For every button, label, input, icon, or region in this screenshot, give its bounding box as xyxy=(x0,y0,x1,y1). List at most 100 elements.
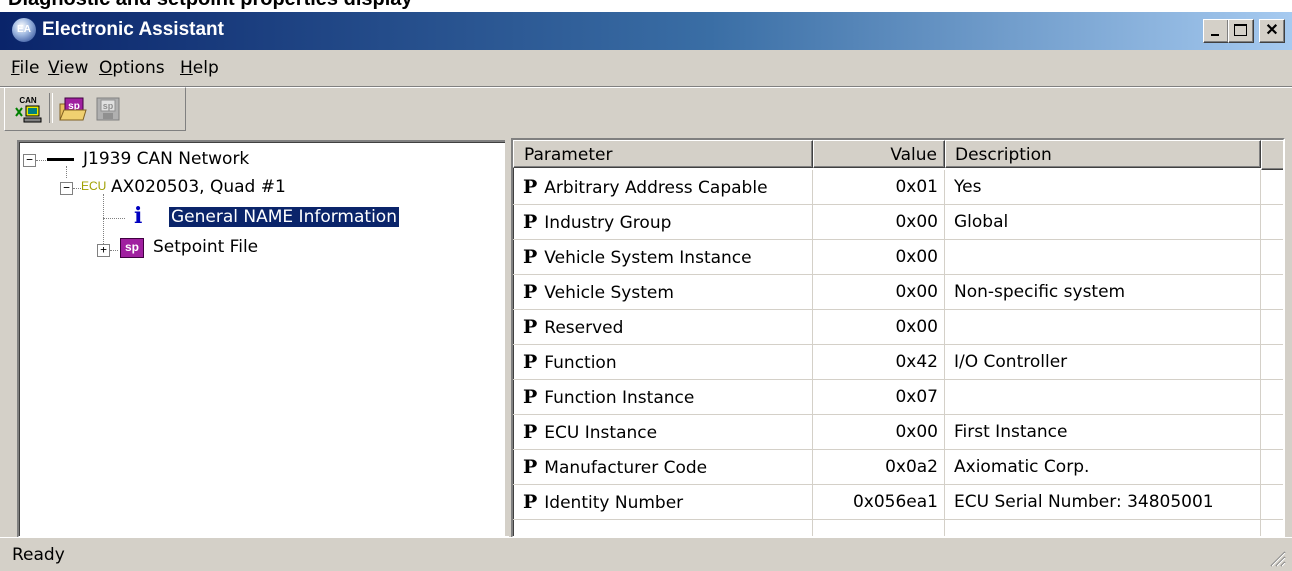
open-setpoint-file-icon: sp xyxy=(59,97,87,121)
parameter-description xyxy=(954,380,1264,414)
table-row[interactable]: P Identity Number 0x056ea1 ECU Serial Num… xyxy=(513,485,1283,519)
parameter-name: Manufacturer Code xyxy=(544,458,708,478)
column-header-filler xyxy=(1261,140,1283,170)
column-header-parameter[interactable]: Parameter xyxy=(513,140,813,168)
parameter-value: 0x42 xyxy=(895,352,938,372)
table-row[interactable]: P Reserved 0x00 xyxy=(513,310,1283,344)
menu-view[interactable]: View xyxy=(48,58,88,78)
network-line-icon xyxy=(47,158,74,161)
parameter-icon: P xyxy=(523,456,538,478)
parameter-value: 0x00 xyxy=(895,317,938,337)
parameter-icon: P xyxy=(523,386,538,408)
setpoint-file-icon: sp xyxy=(120,238,144,258)
parameter-value: 0x0a2 xyxy=(885,457,938,477)
menu-options-label: ptions xyxy=(112,58,165,78)
resize-grip-icon[interactable] xyxy=(1268,549,1286,567)
tree-label-ecu: AX020503, Quad #1 xyxy=(111,177,286,197)
parameter-icon: P xyxy=(523,351,538,373)
parameter-name: Industry Group xyxy=(544,213,672,233)
parameter-description: First Instance xyxy=(954,422,1068,442)
maximize-button[interactable] xyxy=(1228,19,1254,43)
window-title: Electronic Assistant xyxy=(42,19,224,40)
table-row[interactable]: P Manufacturer Code 0x0a2 Axiomatic Corp. xyxy=(513,450,1283,484)
table-row[interactable]: P Vehicle System Instance 0x00 xyxy=(513,240,1283,274)
menu-view-label: iew xyxy=(59,58,89,78)
toolbar-separator xyxy=(49,93,53,123)
parameter-name: Identity Number xyxy=(544,493,684,513)
menu-separator-highlight xyxy=(0,87,1292,88)
parameter-name: Function Instance xyxy=(544,388,695,408)
parameter-name: Vehicle System Instance xyxy=(544,248,752,268)
parameter-icon: P xyxy=(523,421,538,443)
title-bar[interactable]: EA Electronic Assistant ✕ xyxy=(0,12,1292,50)
electronic-assistant-icon[interactable]: EA xyxy=(12,18,36,42)
parameter-value: 0x00 xyxy=(895,212,938,232)
expand-setpoint-file-icon[interactable]: + xyxy=(97,244,110,257)
table-row[interactable]: P ECU Instance 0x00 First Instance xyxy=(513,415,1283,449)
parameter-value: 0x056ea1 xyxy=(852,492,938,512)
column-header-value[interactable]: Value xyxy=(813,140,945,168)
parameter-description xyxy=(954,240,1264,274)
table-row[interactable]: P Arbitrary Address Capable 0x01 Yes xyxy=(513,170,1283,204)
tree-item-general-name-information[interactable]: i General NAME Information xyxy=(19,203,499,232)
collapse-ecu-icon[interactable]: − xyxy=(60,182,73,195)
can-label: CAN xyxy=(19,96,37,105)
parameter-value: 0x00 xyxy=(895,422,938,442)
parameter-name: Reserved xyxy=(544,318,624,338)
menu-file[interactable]: File xyxy=(11,58,39,78)
table-row[interactable]: P Vehicle System 0x00 Non-specific system xyxy=(513,275,1283,309)
tree-item-setpoint-file[interactable]: + sp Setpoint File xyxy=(19,234,499,262)
close-button[interactable]: ✕ xyxy=(1259,19,1285,43)
table-row[interactable]: P Industry Group 0x00 Global xyxy=(513,205,1283,239)
parameter-description: Non-specific system xyxy=(954,282,1126,302)
close-icon: ✕ xyxy=(1265,22,1279,39)
parameter-description: Yes xyxy=(954,177,982,197)
menu-help-accel: H xyxy=(180,58,193,78)
cropped-caption-text: Diagnostic and setpoint properties displ… xyxy=(8,0,413,11)
parameter-value: 0x00 xyxy=(895,247,938,267)
tree-view[interactable]: − J1939 CAN Network − ECU AX020503, Quad… xyxy=(17,140,509,538)
list-header: Parameter Value Description xyxy=(513,140,1283,170)
parameter-icon: P xyxy=(523,176,538,198)
tree-item-network[interactable]: − J1939 CAN Network xyxy=(19,146,499,174)
parameter-description xyxy=(954,310,1264,344)
parameter-value: 0x01 xyxy=(895,177,938,197)
parameter-name: ECU Instance xyxy=(544,423,658,443)
menu-view-accel: V xyxy=(48,58,60,78)
table-row[interactable]: P Function 0x42 I/O Controller xyxy=(513,345,1283,379)
menu-help-label: elp xyxy=(192,58,219,78)
can-network-button[interactable]: CAN xyxy=(13,94,43,124)
status-text: Ready xyxy=(12,545,65,565)
collapse-network-icon[interactable]: − xyxy=(23,154,36,167)
parameter-name: Function xyxy=(544,353,617,373)
save-sp-label: sp xyxy=(103,101,114,111)
parameter-description: Global xyxy=(954,212,1009,232)
status-bar: Ready xyxy=(0,538,1292,571)
menu-file-label: ile xyxy=(19,58,40,78)
parameter-icon: P xyxy=(523,211,538,233)
parameter-icon: P xyxy=(523,246,538,268)
can-network-icon: CAN xyxy=(15,96,42,123)
menu-help[interactable]: Help xyxy=(180,58,219,78)
save-setpoint-file-icon: sp xyxy=(96,97,120,121)
parameter-list[interactable]: Parameter Value Description P Arbitrary A… xyxy=(511,138,1285,538)
parameter-name: Arbitrary Address Capable xyxy=(544,178,768,198)
minimize-button[interactable] xyxy=(1203,19,1229,43)
maximize-icon xyxy=(1234,24,1247,36)
menu-options[interactable]: Options xyxy=(99,58,165,78)
toolbar: CAN sp sp xyxy=(4,87,186,131)
save-setpoint-file-button[interactable]: sp xyxy=(93,94,123,124)
table-row[interactable]: P Function Instance 0x07 xyxy=(513,380,1283,414)
menu-file-accel: F xyxy=(11,58,20,78)
minimize-icon xyxy=(1211,34,1219,36)
tree-label-setpoint-file: Setpoint File xyxy=(153,237,259,257)
column-header-description[interactable]: Description xyxy=(945,140,1261,168)
parameter-value: 0x00 xyxy=(895,282,938,302)
open-setpoint-file-button[interactable]: sp xyxy=(57,94,87,124)
parameter-value: 0x07 xyxy=(895,387,938,407)
menu-bar: File View Options Help xyxy=(0,50,1292,86)
parameter-description: I/O Controller xyxy=(954,352,1068,372)
info-icon: i xyxy=(134,203,143,229)
parameter-name: Vehicle System xyxy=(544,283,674,303)
tree-item-ecu[interactable]: − ECU AX020503, Quad #1 xyxy=(19,174,499,202)
